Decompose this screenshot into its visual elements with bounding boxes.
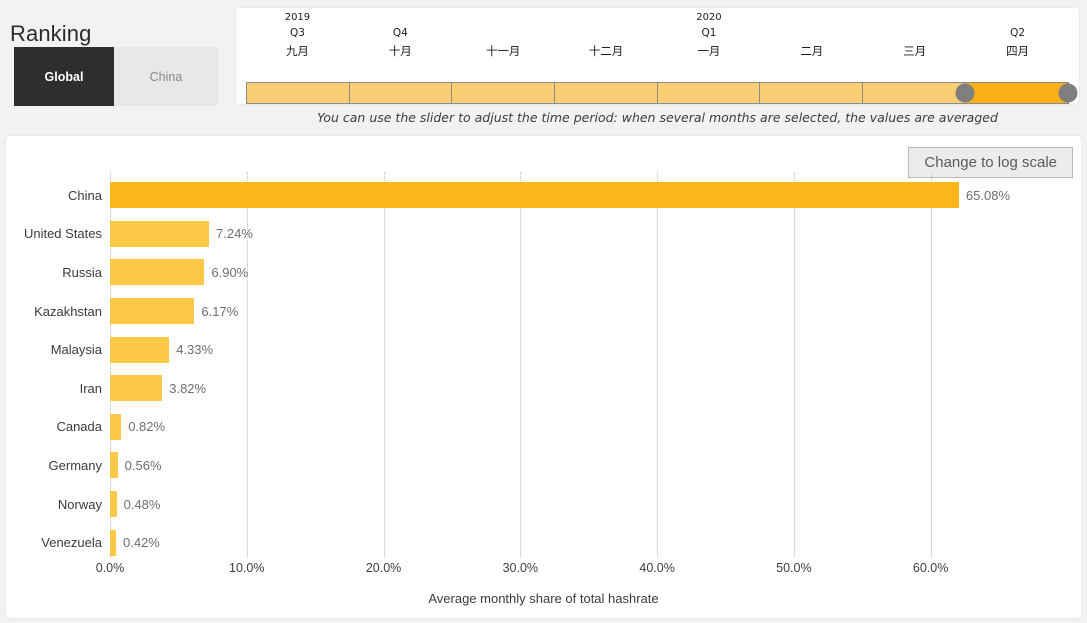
slider-header-cell: 三月 bbox=[863, 10, 966, 62]
chart-bar-row[interactable]: United States 7.24% bbox=[24, 215, 1010, 254]
bar-value-label: 0.56% bbox=[124, 457, 162, 473]
slider-segment[interactable] bbox=[862, 83, 966, 103]
chart-bar-row[interactable]: Norway 0.48% bbox=[58, 485, 1010, 524]
bar-chart-plot-area: China 65.08% United States 7.24% Russia 6.90%… bbox=[24, 172, 1010, 575]
x-axis-title: Average monthly share of total hashrate bbox=[428, 591, 659, 606]
x-axis-tick-label: 50.0% bbox=[776, 561, 812, 575]
bar-category-label: Malaysia bbox=[50, 342, 102, 358]
slider-segment[interactable] bbox=[452, 83, 555, 103]
chart-bar-row[interactable]: Russia 6.90% bbox=[62, 253, 1010, 292]
slider-month-label: 十二月 bbox=[588, 44, 624, 58]
scope-tabs: Global China bbox=[14, 47, 218, 106]
bar-category-label: Iran bbox=[79, 380, 102, 396]
x-axis-ticks: 0.0% 10.0% 20.0% 30.0% 40.0% 50.0% 60.0% bbox=[96, 561, 1010, 583]
slider-segment[interactable] bbox=[657, 83, 761, 103]
slider-quarter-label: Q4 bbox=[392, 27, 408, 39]
tab-china-label: China bbox=[149, 69, 183, 84]
time-slider-panel: 2019 Q3 九月 Q4 十月 十一月 十二月 2020 Q1 一月 二月 三月 Q2 四月 bbox=[236, 8, 1079, 104]
bar[interactable] bbox=[110, 336, 170, 363]
x-axis-tick-label: 30.0% bbox=[502, 561, 539, 575]
slider-header-row: 2019 Q3 九月 Q4 十月 十一月 十二月 2020 Q1 一月 二月 三月 Q2 四月 bbox=[246, 10, 1069, 62]
slider-segment[interactable] bbox=[349, 83, 453, 103]
slider-month-label: 三月 bbox=[903, 44, 927, 58]
bar[interactable] bbox=[110, 413, 122, 440]
slider-month-label: 十一月 bbox=[485, 44, 521, 58]
tab-global-label: Global bbox=[44, 69, 84, 84]
bar-value-label: 7.24% bbox=[216, 226, 253, 242]
bar-value-label: 4.33% bbox=[176, 342, 214, 358]
bar-category-label: Kazakhstan bbox=[34, 303, 102, 319]
slider-header-cell: Q2 四月 bbox=[966, 10, 1069, 62]
bar-value-label: 0.48% bbox=[123, 496, 161, 512]
slider-year-label: 2019 bbox=[284, 12, 311, 23]
bar-category-label: Russia bbox=[62, 264, 102, 280]
slider-quarter-label: Q3 bbox=[289, 27, 305, 39]
slider-month-label: 一月 bbox=[697, 44, 721, 58]
bar[interactable] bbox=[110, 182, 959, 209]
slider-header-cell: 2020 Q1 一月 bbox=[658, 10, 761, 62]
slider-segment[interactable] bbox=[554, 83, 658, 103]
bar[interactable] bbox=[110, 375, 163, 402]
x-axis-tick-label: 20.0% bbox=[365, 561, 402, 575]
x-axis-tick-label: 10.0% bbox=[229, 561, 265, 575]
bar-value-label: 6.90% bbox=[211, 264, 249, 280]
bar-category-label: Canada bbox=[56, 419, 102, 435]
chart-bar-row[interactable]: Iran 3.82% bbox=[80, 369, 1010, 408]
bar-value-label: 0.82% bbox=[128, 419, 166, 435]
tab-global[interactable]: Global bbox=[14, 47, 114, 106]
bar-value-label: 65.08% bbox=[965, 187, 1010, 203]
slider-segment[interactable] bbox=[247, 83, 350, 103]
slider-month-label: 二月 bbox=[800, 44, 824, 58]
bar-category-label: Germany bbox=[48, 457, 102, 473]
slider-hint-text: You can use the slider to adjust the tim… bbox=[317, 110, 998, 125]
page-title: Ranking bbox=[10, 20, 92, 46]
slider-month-label: 九月 bbox=[285, 44, 309, 58]
x-axis-tick-label: 0.0% bbox=[95, 561, 125, 575]
chart-bar-row[interactable]: Venezuela 0.42% bbox=[41, 523, 1010, 562]
slider-quarter-label: Q1 bbox=[701, 27, 717, 39]
slider-year-label: 2020 bbox=[696, 12, 722, 23]
slider-header-cell: 2019 Q3 九月 bbox=[246, 10, 349, 62]
tab-china[interactable]: China bbox=[114, 47, 218, 106]
slider-header-cell: Q4 十月 bbox=[349, 10, 452, 62]
time-slider-track[interactable] bbox=[246, 82, 1078, 104]
bar[interactable] bbox=[110, 491, 117, 518]
slider-header-cell: 十二月 bbox=[555, 10, 658, 62]
chart-panel: Change to log scale China 65.08% United St… bbox=[6, 136, 1081, 618]
slider-header-cell: 二月 bbox=[760, 10, 863, 62]
bar[interactable] bbox=[110, 529, 116, 556]
slider-header-cell: 十一月 bbox=[452, 10, 555, 62]
bar-value-label: 0.42% bbox=[123, 535, 160, 551]
slider-month-label: 四月 bbox=[1006, 44, 1030, 58]
chart-bar-row[interactable]: China 65.08% bbox=[68, 176, 1010, 215]
slider-segment[interactable] bbox=[760, 83, 863, 103]
bar[interactable] bbox=[110, 259, 205, 286]
chart-bar-row[interactable]: Malaysia 4.33% bbox=[51, 330, 1010, 369]
bar-category-label: Venezuela bbox=[41, 535, 102, 551]
bar-value-label: 3.82% bbox=[169, 380, 207, 396]
bar-value-label: 6.17% bbox=[201, 303, 239, 319]
bar-category-label: Norway bbox=[57, 496, 102, 512]
slider-segment[interactable] bbox=[965, 83, 1068, 103]
slider-month-label: 十月 bbox=[388, 44, 412, 58]
x-axis-tick-label: 40.0% bbox=[639, 561, 675, 575]
chart-bar-rows: China 65.08% United States 7.24% Russia 6.90%… bbox=[24, 176, 1010, 562]
slider-handle-right[interactable] bbox=[1058, 83, 1078, 103]
slider-handle-left[interactable] bbox=[955, 83, 975, 103]
bar-category-label: China bbox=[68, 187, 102, 203]
bar[interactable] bbox=[110, 452, 118, 479]
slider-quarter-label: Q2 bbox=[1010, 27, 1026, 39]
bar[interactable] bbox=[110, 220, 210, 247]
app-root: Ranking Global China 2019 Q3 九月 Q4 十月 十一月 十… bbox=[0, 0, 1087, 623]
chart-bar-row[interactable]: Kazakhstan 6.17% bbox=[34, 292, 1010, 331]
bar-category-label: United States bbox=[23, 226, 102, 242]
chart-bar-row[interactable]: Canada 0.82% bbox=[56, 408, 1010, 447]
bar[interactable] bbox=[110, 298, 195, 325]
x-axis-tick-label: 60.0% bbox=[912, 561, 949, 575]
chart-bar-row[interactable]: Germany 0.56% bbox=[49, 446, 1010, 485]
